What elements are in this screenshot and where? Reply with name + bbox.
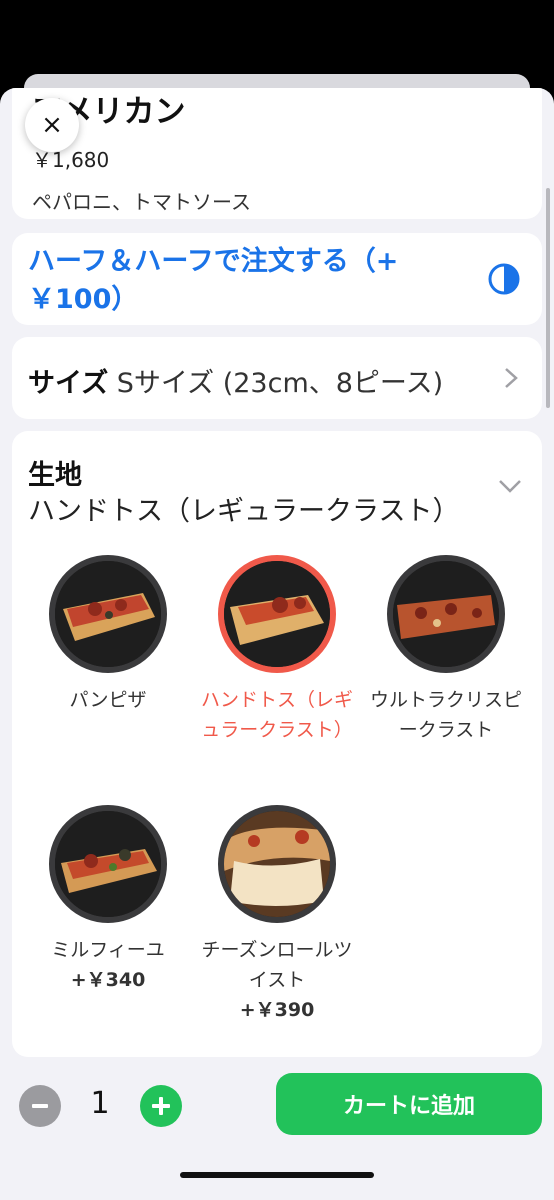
crust-option-price: +￥340 — [70, 969, 146, 991]
close-button[interactable]: × — [25, 98, 79, 152]
crust-option-pan[interactable]: パンピザ — [24, 555, 192, 715]
crust-option-price: +￥390 — [239, 999, 315, 1021]
product-description: ペパロニ、トマトソース — [32, 190, 251, 214]
size-label: サイズ — [28, 368, 109, 399]
decrease-quantity-button[interactable] — [19, 1085, 61, 1127]
plus-icon — [152, 1097, 170, 1115]
hand-toss-image — [218, 555, 336, 673]
crust-option-label: ウルトラクリスピークラスト — [369, 689, 522, 741]
scrollbar[interactable] — [546, 188, 550, 408]
crust-section: 生地 ハンドトス（レギュラークラスト） パンピザ ハンドトス（レギュラークラスト… — [12, 431, 542, 1057]
ultra-crispy-image — [387, 555, 505, 673]
chevron-right-icon — [505, 368, 518, 388]
product-sheet: アメリカン ￥1,680 ペパロニ、トマトソース × ハーフ＆ハーフで注文する（… — [0, 88, 554, 1200]
crust-option-ultra-crispy[interactable]: ウルトラクリスピークラスト — [362, 555, 530, 745]
crust-option-mille-feuille[interactable]: ミルフィーユ +￥340 — [24, 805, 192, 995]
crust-option-label: チーズンロールツイスト — [201, 939, 353, 991]
crust-option-hand-toss[interactable]: ハンドトス（レギュラークラスト） — [193, 555, 361, 745]
product-card: アメリカン ￥1,680 ペパロニ、トマトソース — [12, 88, 542, 219]
quantity-value: 1 — [90, 1086, 110, 1121]
cart-bar: 1 カートに追加 — [0, 1058, 554, 1200]
add-to-cart-button[interactable]: カートに追加 — [276, 1073, 542, 1135]
minus-icon — [32, 1104, 48, 1108]
pan-pizza-image — [49, 555, 167, 673]
half-circle-icon — [488, 263, 520, 295]
increase-quantity-button[interactable] — [140, 1085, 182, 1127]
half-and-half-option[interactable]: ハーフ＆ハーフで注文する（+￥100） — [12, 233, 542, 325]
size-selector[interactable]: サイズ Sサイズ (23cm、8ピース) — [12, 337, 542, 419]
half-and-half-label: ハーフ＆ハーフで注文する（+￥100） — [28, 246, 399, 315]
crust-option-label: ハンドトス（レギュラークラスト） — [200, 689, 353, 741]
close-icon: × — [41, 110, 63, 140]
cheese-roll-image — [218, 805, 336, 923]
crust-option-label: ミルフィーユ — [51, 939, 165, 961]
mille-feuille-image — [49, 805, 167, 923]
crust-option-cheese-roll[interactable]: チーズンロールツイスト +￥390 — [193, 805, 361, 1025]
chevron-down-icon[interactable] — [498, 479, 522, 493]
crust-title: 生地 — [28, 460, 82, 491]
crust-option-label: パンピザ — [69, 689, 147, 711]
home-indicator[interactable] — [180, 1172, 374, 1178]
size-value: Sサイズ (23cm、8ピース) — [116, 368, 444, 399]
crust-selected-value: ハンドトス（レギュラークラスト） — [28, 496, 460, 527]
